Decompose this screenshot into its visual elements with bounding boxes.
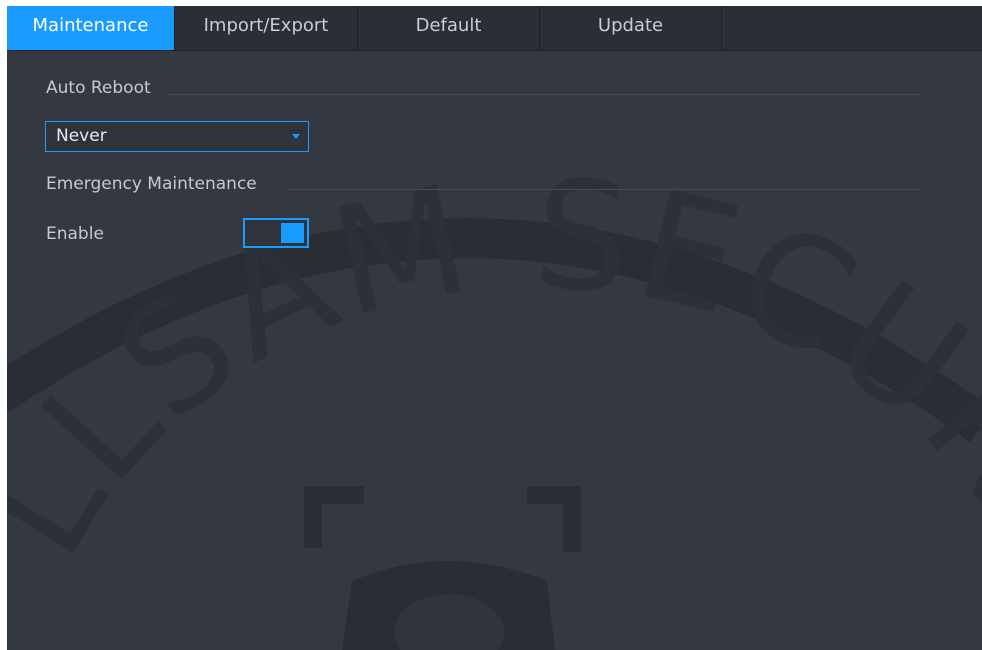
auto-reboot-select[interactable]: Never [45, 121, 309, 152]
tab-maintenance[interactable]: Maintenance [7, 6, 175, 50]
auto-reboot-title: Auto Reboot [46, 78, 151, 98]
toggle-knob [281, 223, 304, 243]
tab-update[interactable]: Update [540, 6, 722, 50]
tab-import-export[interactable]: Import/Export [175, 6, 358, 50]
enable-toggle[interactable] [243, 218, 309, 248]
emergency-maintenance-title: Emergency Maintenance [46, 174, 257, 194]
maintenance-panel: LLSAM SECURITY Maintenance Import/Export… [7, 6, 982, 650]
auto-reboot-divider [167, 94, 920, 95]
svg-text:LLSAM SECURITY: LLSAM SECURITY [7, 6, 982, 584]
auto-reboot-value: Never [56, 126, 107, 146]
watermark-logo: LLSAM SECURITY [7, 6, 982, 650]
tab-bar: Maintenance Import/Export Default Update [7, 6, 982, 51]
chevron-down-icon [292, 134, 300, 139]
emergency-maintenance-divider [287, 189, 920, 190]
enable-label: Enable [46, 224, 104, 244]
tab-default[interactable]: Default [358, 6, 540, 50]
